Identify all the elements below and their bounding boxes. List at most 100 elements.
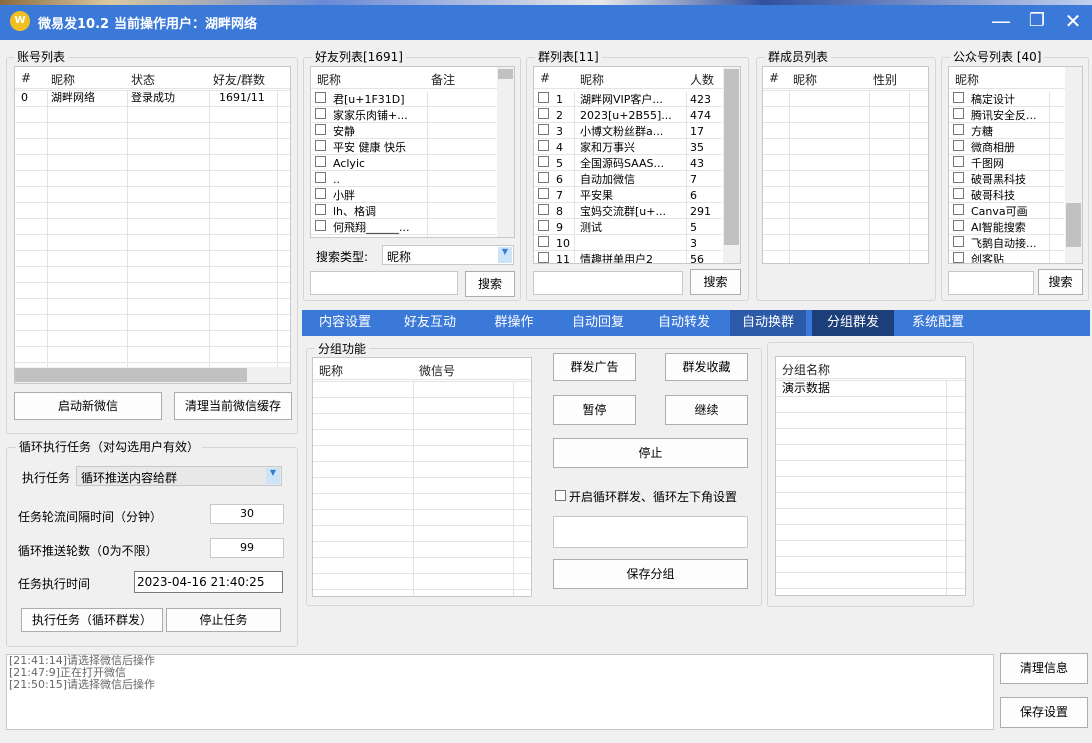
- checkbox-icon[interactable]: [538, 204, 549, 215]
- group-table[interactable]: # 昵称 人数 1 湖畔网VIP客户... 423 2 2023[u+2B55]... 4…: [533, 66, 741, 264]
- tab-auto-switch-group[interactable]: 自动换群: [730, 310, 806, 336]
- list-item[interactable]: 11 情趣拼单用户2 56: [534, 252, 722, 263]
- list-item[interactable]: 腾讯安全反...: [949, 108, 1064, 124]
- checkbox-icon[interactable]: [538, 124, 549, 135]
- tab-content-settings[interactable]: 内容设置: [302, 310, 388, 336]
- list-item[interactable]: lh、格调: [311, 204, 496, 220]
- list-item[interactable]: 7 平安果 6: [534, 188, 722, 204]
- checkbox-icon[interactable]: [315, 156, 326, 167]
- list-item[interactable]: 破哥科技: [949, 188, 1064, 204]
- checkbox-icon[interactable]: [538, 156, 549, 167]
- exec-task-select[interactable]: 循环推送内容给群 ▼: [76, 466, 282, 486]
- friend-search-input[interactable]: [310, 271, 458, 295]
- friend-vscroll-thumb[interactable]: [498, 69, 513, 79]
- list-item[interactable]: 微商相册: [949, 140, 1064, 156]
- list-item[interactable]: 5 全国源码SAAS... 43: [534, 156, 722, 172]
- checkbox-icon[interactable]: [315, 140, 326, 151]
- log-output[interactable]: [21:41:14]请选择微信后操作 [21:47:9]正在打开微信 [21:5…: [6, 654, 994, 730]
- stop-button[interactable]: 停止: [553, 438, 748, 468]
- list-item[interactable]: 平安 健康 快乐: [311, 140, 496, 156]
- account-table[interactable]: # 昵称 状态 好友/群数 0 湖畔网络 登录成功 1691/11: [14, 66, 291, 384]
- friend-vscroll[interactable]: [497, 67, 514, 237]
- checkbox-icon[interactable]: [538, 220, 549, 231]
- tab-group-operation[interactable]: 群操作: [472, 310, 556, 336]
- list-item[interactable]: 小胖: [311, 188, 496, 204]
- checkbox-icon[interactable]: [953, 172, 964, 183]
- search-type-select[interactable]: 昵称 ▼: [382, 245, 514, 265]
- list-item[interactable]: 9 测试 5: [534, 220, 722, 236]
- account-hscroll-thumb[interactable]: [15, 368, 247, 382]
- save-settings-button[interactable]: 保存设置: [1000, 697, 1088, 728]
- checkbox-icon[interactable]: [315, 204, 326, 215]
- group-name-table[interactable]: 分组名称 演示数据: [775, 356, 966, 596]
- checkbox-icon[interactable]: [538, 108, 549, 119]
- list-item[interactable]: ..: [311, 172, 496, 188]
- list-item[interactable]: 2 2023[u+2B55]... 474: [534, 108, 722, 124]
- loop-broadcast-checkbox[interactable]: 开启循环群发、循环左下角设置: [553, 488, 753, 504]
- list-item[interactable]: 安静: [311, 124, 496, 140]
- checkbox-icon[interactable]: [953, 236, 964, 247]
- restore-icon[interactable]: ❐: [1024, 8, 1050, 34]
- exec-time-picker[interactable]: 2023-04-16 21:40:25: [134, 571, 283, 593]
- pause-button[interactable]: 暂停: [553, 395, 636, 425]
- save-group-button[interactable]: 保存分组: [553, 559, 748, 589]
- table-row[interactable]: 0 湖畔网络 登录成功 1691/11: [15, 90, 290, 106]
- checkbox-icon[interactable]: [538, 236, 549, 247]
- official-search-button[interactable]: 搜索: [1038, 269, 1083, 295]
- group-vscroll-thumb[interactable]: [724, 69, 739, 245]
- tab-auto-reply[interactable]: 自动回复: [556, 310, 640, 336]
- member-table[interactable]: # 昵称 性别: [762, 66, 929, 264]
- checkbox-icon[interactable]: [538, 188, 549, 199]
- tab-friend-interaction[interactable]: 好友互动: [388, 310, 472, 336]
- checkbox-icon[interactable]: [555, 490, 566, 501]
- checkbox-icon[interactable]: [315, 92, 326, 103]
- list-item[interactable]: 3 小博文粉丝群a... 17: [534, 124, 722, 140]
- close-icon[interactable]: ✕: [1060, 8, 1086, 34]
- send-favorite-button[interactable]: 群发收藏: [665, 353, 748, 381]
- exec-loop-task-button[interactable]: 执行任务（循环群发）: [21, 608, 163, 632]
- checkbox-icon[interactable]: [953, 252, 964, 263]
- checkbox-icon[interactable]: [953, 124, 964, 135]
- friend-table[interactable]: 昵称 备注 君[u+1F31D] 家家乐肉铺+... 安静 平安 健康 快乐 Aclyi…: [310, 66, 515, 238]
- list-item[interactable]: 君[u+1F31D]: [311, 92, 496, 108]
- checkbox-icon[interactable]: [538, 252, 549, 263]
- list-item[interactable]: 4 家和万事兴 35: [534, 140, 722, 156]
- list-item[interactable]: 何飛翔______...: [311, 220, 496, 236]
- interval-input[interactable]: 30: [210, 504, 284, 524]
- send-ad-button[interactable]: 群发广告: [553, 353, 636, 381]
- tab-group-broadcast[interactable]: 分组群发: [812, 310, 894, 336]
- official-search-input[interactable]: [948, 271, 1034, 295]
- clear-info-button[interactable]: 清理信息: [1000, 653, 1088, 684]
- list-item[interactable]: 6 自动加微信 7: [534, 172, 722, 188]
- checkbox-icon[interactable]: [953, 140, 964, 151]
- checkbox-icon[interactable]: [315, 220, 326, 231]
- checkbox-icon[interactable]: [953, 108, 964, 119]
- list-item[interactable]: 1 湖畔网VIP客户... 423: [534, 92, 722, 108]
- group-search-button[interactable]: 搜索: [690, 269, 741, 295]
- list-item[interactable]: 飞鹅自动接...: [949, 236, 1064, 252]
- official-vscroll-thumb[interactable]: [1066, 203, 1081, 247]
- minimize-icon[interactable]: —: [988, 8, 1014, 34]
- checkbox-icon[interactable]: [953, 220, 964, 231]
- chevron-down-icon[interactable]: ▼: [498, 247, 512, 263]
- checkbox-icon[interactable]: [953, 156, 964, 167]
- list-item[interactable]: 方糖: [949, 124, 1064, 140]
- checkbox-icon[interactable]: [953, 204, 964, 215]
- title-bar[interactable]: W 微易发10.2 当前操作用户：湖畔网络 — ❐ ✕: [0, 0, 1092, 40]
- official-table[interactable]: 昵称 稿定设计 腾讯安全反... 方糖 微商相册 千图网 破哥黑科技 破哥科技 Canva可画…: [948, 66, 1083, 264]
- grouping-member-table[interactable]: 昵称 微信号: [312, 357, 532, 597]
- checkbox-icon[interactable]: [315, 108, 326, 119]
- group-vscroll[interactable]: [723, 67, 740, 263]
- table-row[interactable]: 演示数据: [776, 380, 965, 396]
- list-item[interactable]: AI智能搜索: [949, 220, 1064, 236]
- resume-button[interactable]: 继续: [665, 395, 748, 425]
- checkbox-icon[interactable]: [315, 124, 326, 135]
- friend-search-button[interactable]: 搜索: [465, 271, 515, 297]
- tab-system-config[interactable]: 系统配置: [894, 310, 982, 336]
- checkbox-icon[interactable]: [538, 92, 549, 103]
- checkbox-icon[interactable]: [538, 172, 549, 183]
- chevron-down-icon[interactable]: ▼: [266, 468, 280, 484]
- group-name-input[interactable]: [553, 516, 748, 548]
- clear-cache-button[interactable]: 清理当前微信缓存: [174, 392, 292, 420]
- list-item[interactable]: 8 宝妈交流群[u+... 291: [534, 204, 722, 220]
